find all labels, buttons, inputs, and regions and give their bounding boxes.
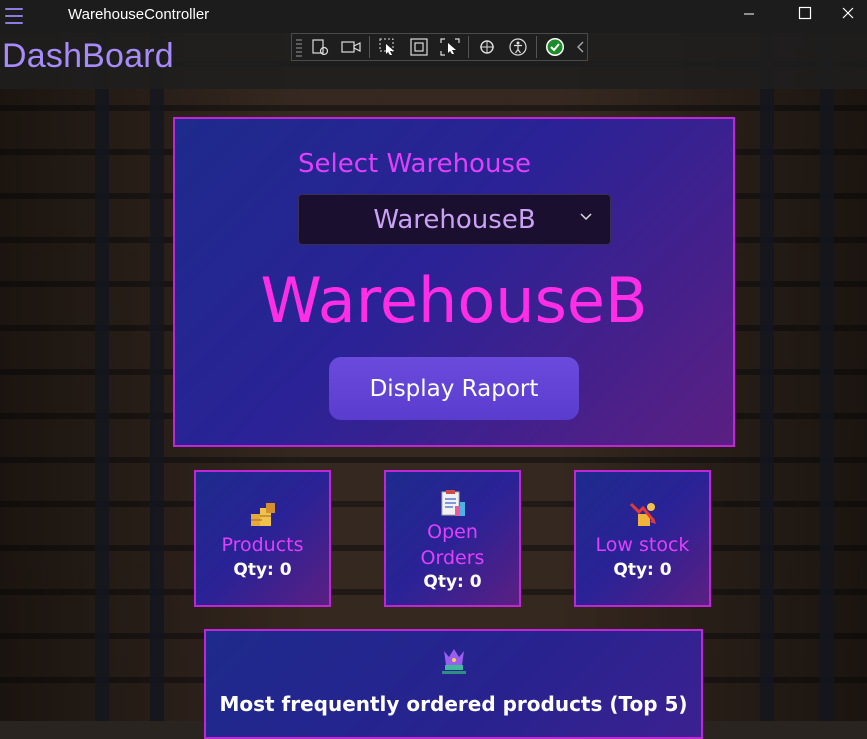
open-orders-label-line1: Open xyxy=(427,521,478,543)
close-button[interactable] xyxy=(829,0,867,26)
track-focus-icon[interactable] xyxy=(437,35,462,59)
live-tree-icon[interactable] xyxy=(308,35,333,59)
products-label: Products xyxy=(221,534,304,556)
window-title: WarehouseController xyxy=(68,6,210,23)
toolbar-grip-icon[interactable] xyxy=(296,37,302,57)
boxes-icon xyxy=(250,503,275,526)
shelf-post xyxy=(760,33,774,721)
accessibility-icon[interactable] xyxy=(506,35,531,59)
shelf-post xyxy=(95,33,109,721)
declining-chart-icon xyxy=(629,502,656,526)
warehouse-dropdown-value: WarehouseB xyxy=(373,205,536,235)
check-icon[interactable] xyxy=(543,35,568,59)
minimize-button[interactable] xyxy=(726,0,772,26)
top5-products-card: Most frequently ordered products (Top 5) xyxy=(204,629,703,739)
top5-title: Most frequently ordered products (Top 5) xyxy=(219,692,688,716)
window-titlebar: WarehouseController xyxy=(0,0,867,33)
display-layout-icon[interactable] xyxy=(407,35,432,59)
page-title: DashBoard xyxy=(2,37,174,75)
maximize-button[interactable] xyxy=(782,0,828,26)
low-stock-qty: Qty: 0 xyxy=(613,560,672,580)
hot-reload-icon[interactable] xyxy=(475,35,500,59)
open-orders-qty: Qty: 0 xyxy=(423,572,482,592)
current-warehouse-name: WarehouseB xyxy=(260,264,648,337)
open-orders-label-line2: Orders xyxy=(420,547,485,569)
debug-toolbar xyxy=(291,33,588,61)
products-qty: Qty: 0 xyxy=(233,560,292,580)
trophy-icon xyxy=(442,649,466,674)
open-orders-card[interactable]: Open Orders Qty: 0 xyxy=(384,470,521,607)
shelf-post xyxy=(820,33,834,721)
products-card[interactable]: Products Qty: 0 xyxy=(194,470,331,607)
display-report-button[interactable]: Display Raport xyxy=(329,357,579,420)
hamburger-icon[interactable] xyxy=(5,8,23,24)
open-orders-label: Open Orders xyxy=(386,519,519,571)
chevron-down-icon xyxy=(580,209,592,225)
select-element-icon[interactable] xyxy=(376,35,401,59)
video-camera-icon[interactable] xyxy=(338,35,363,59)
warehouse-dropdown[interactable]: WarehouseB xyxy=(298,194,611,245)
low-stock-label: Low stock xyxy=(595,534,690,556)
warehouse-selector-card: Select Warehouse WarehouseB WarehouseB D… xyxy=(173,117,735,447)
collapse-chevron-icon[interactable] xyxy=(574,35,587,59)
shelf-post xyxy=(150,33,164,721)
close-icon xyxy=(842,7,854,19)
maximize-icon xyxy=(798,6,812,20)
select-warehouse-label: Select Warehouse xyxy=(298,149,531,179)
clipboard-icon xyxy=(441,490,465,516)
minimize-icon xyxy=(744,13,754,15)
low-stock-card[interactable]: Low stock Qty: 0 xyxy=(574,470,711,607)
